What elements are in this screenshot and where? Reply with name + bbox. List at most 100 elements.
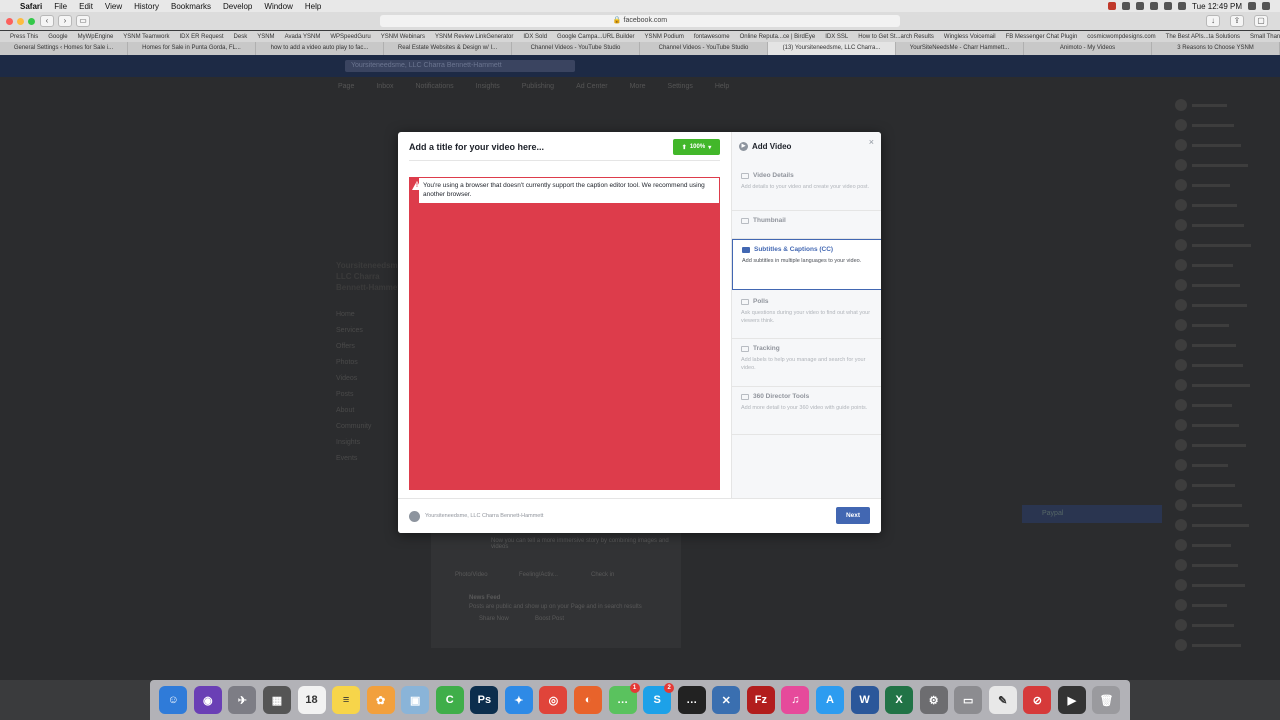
filezilla-icon[interactable]: Fz <box>746 686 775 714</box>
page-tab[interactable]: Settings <box>668 83 693 90</box>
contact-row[interactable] <box>1175 355 1275 375</box>
preview-icon[interactable]: ▣ <box>401 686 430 714</box>
browser-tab[interactable]: 3 Reasons to Choose YSNM <box>1152 42 1280 55</box>
bookmark-item[interactable]: IDX SSL <box>825 34 848 40</box>
menu-history[interactable]: History <box>134 2 159 11</box>
photoshop-icon[interactable]: Ps <box>470 686 499 714</box>
contact-row[interactable] <box>1175 635 1275 655</box>
no-entry-icon[interactable]: ⊘ <box>1023 686 1052 714</box>
contact-row[interactable] <box>1175 315 1275 335</box>
calendar-icon[interactable]: 18 <box>297 686 326 714</box>
minimize-window-button[interactable] <box>17 17 24 25</box>
spotlight-icon[interactable] <box>1248 2 1256 10</box>
page-tab[interactable]: Notifications <box>415 83 453 90</box>
app-store-icon[interactable]: A <box>815 686 844 714</box>
step-video-details[interactable]: Video Details Add details to your video a… <box>732 166 881 211</box>
step-subtitles-captions-cc[interactable]: Subtitles & Captions (CC) Add subtitles i… <box>732 239 881 290</box>
word-icon[interactable]: W <box>850 686 879 714</box>
bookmark-item[interactable]: The Best APIs...ta Solutions <box>1166 34 1240 40</box>
bookmark-item[interactable]: MyWpEngine <box>78 34 114 40</box>
messages-icon[interactable]: … 1 <box>608 683 640 714</box>
bookmark-item[interactable]: How to Get St...arch Results <box>858 34 934 40</box>
contact-row[interactable] <box>1175 415 1275 435</box>
facebook-search-input[interactable]: Yoursiteneedsme, LLC Charra Bennett-Hamm… <box>345 60 575 72</box>
bookmark-item[interactable]: Avada YSNM <box>285 34 321 40</box>
finder-icon[interactable]: ☺ <box>159 686 188 714</box>
bookmark-item[interactable]: IDX ER Request <box>180 34 224 40</box>
contact-row[interactable] <box>1175 235 1275 255</box>
contact-row[interactable] <box>1175 455 1275 475</box>
sidebar-item[interactable]: About <box>336 403 406 419</box>
browser-tab[interactable]: Real Estate Websites & Design w/ I... <box>384 42 512 55</box>
photo-video-button[interactable]: Photo/Video <box>455 572 488 578</box>
feeling-activity-button[interactable]: Feeling/Activ... <box>519 572 558 578</box>
contact-row[interactable] <box>1175 515 1275 535</box>
back-button[interactable]: ‹ <box>40 15 54 27</box>
scanner-icon[interactable]: ▭ <box>954 686 983 714</box>
bookmark-item[interactable]: YSNM Teamwork <box>123 34 169 40</box>
boost-post-button[interactable]: Boost Post <box>535 616 564 622</box>
contact-row[interactable] <box>1175 175 1275 195</box>
contact-row[interactable] <box>1175 195 1275 215</box>
screen-recorder-icon[interactable]: ▶ <box>1057 686 1086 714</box>
contact-row[interactable] <box>1175 255 1275 275</box>
chat-tab[interactable]: Paypal <box>1022 505 1162 523</box>
contact-row[interactable] <box>1175 615 1275 635</box>
sidebar-item[interactable]: Videos <box>336 371 406 387</box>
notification-center-icon[interactable] <box>1262 2 1270 10</box>
contact-row[interactable] <box>1175 215 1275 235</box>
page-tab[interactable]: Insights <box>476 83 500 90</box>
contact-row[interactable] <box>1175 395 1275 415</box>
upload-progress-button[interactable]: ⬆ 100% ▾ <box>673 139 720 155</box>
page-tab[interactable]: Ad Center <box>576 83 608 90</box>
tabs-overview-button[interactable]: ▢ <box>1254 15 1268 27</box>
contact-row[interactable] <box>1175 275 1275 295</box>
browser-tab[interactable]: (13) Yoursiteneedsme, LLC Charra... <box>768 42 896 55</box>
browser-tab[interactable]: how to add a video auto play to fac... <box>256 42 384 55</box>
itunes-icon[interactable]: ♫ <box>781 686 810 714</box>
next-button[interactable]: Next <box>836 507 870 524</box>
sidebar-toggle-button[interactable]: ▭ <box>76 15 90 27</box>
contact-row[interactable] <box>1175 595 1275 615</box>
contact-row[interactable] <box>1175 475 1275 495</box>
browser-tab[interactable]: Homes for Sale in Punta Gorda, FL... <box>128 42 256 55</box>
sidebar-item[interactable]: Photos <box>336 355 406 371</box>
contact-row[interactable] <box>1175 155 1275 175</box>
menu-file[interactable]: File <box>54 2 67 11</box>
bookmark-item[interactable]: Online Reputa...ce | BirdEye <box>740 34 816 40</box>
status-tray-icon[interactable] <box>1122 2 1131 10</box>
bookmark-item[interactable]: cosmicwompdesigns.com <box>1087 34 1155 40</box>
video-title-input[interactable]: Add a title for your video here... <box>409 142 544 152</box>
contact-row[interactable] <box>1175 375 1275 395</box>
status-tray-icon[interactable] <box>1136 2 1145 10</box>
notes-icon[interactable]: ≡ <box>332 686 361 714</box>
step-thumbnail[interactable]: Thumbnail <box>732 211 881 239</box>
skype-icon[interactable]: S2 <box>643 683 675 714</box>
bookmark-item[interactable]: Google Campa...URL Builder <box>557 34 634 40</box>
battery-icon[interactable] <box>1178 2 1187 10</box>
bookmark-item[interactable]: Wingless Voicemail <box>944 34 996 40</box>
share-now-button[interactable]: Share Now <box>479 616 509 622</box>
launchpad-icon[interactable]: ✈ <box>228 686 257 714</box>
page-tab[interactable]: Help <box>715 83 729 90</box>
menu-app[interactable]: Safari <box>20 2 42 11</box>
contact-row[interactable] <box>1175 115 1275 135</box>
bookmark-item[interactable]: Small Thanks with Google <box>1250 34 1280 40</box>
status-tray-icon[interactable] <box>1108 2 1117 10</box>
sidebar-item[interactable]: Home <box>336 307 406 323</box>
bookmark-item[interactable]: YSNM Webinars <box>381 34 425 40</box>
browser-tab[interactable]: Channel Videos - YouTube Studio <box>640 42 768 55</box>
firefox-icon[interactable]: ◐ <box>574 686 603 714</box>
menu-develop[interactable]: Develop <box>223 2 252 11</box>
menu-window[interactable]: Window <box>264 2 292 11</box>
chrome-icon[interactable]: ◎ <box>539 686 568 714</box>
sidebar-item[interactable]: Insights <box>336 435 406 451</box>
sidebar-item[interactable]: Offers <box>336 339 406 355</box>
check-in-button[interactable]: Check in <box>591 572 614 578</box>
zoom-window-button[interactable] <box>28 17 35 25</box>
network-icon[interactable]: ✕ <box>712 686 741 714</box>
bookmark-item[interactable]: FB Messenger Chat Plugin <box>1006 34 1078 40</box>
page-tab[interactable]: Page <box>338 83 354 90</box>
page-tab[interactable]: More <box>630 83 646 90</box>
contact-row[interactable] <box>1175 535 1275 555</box>
